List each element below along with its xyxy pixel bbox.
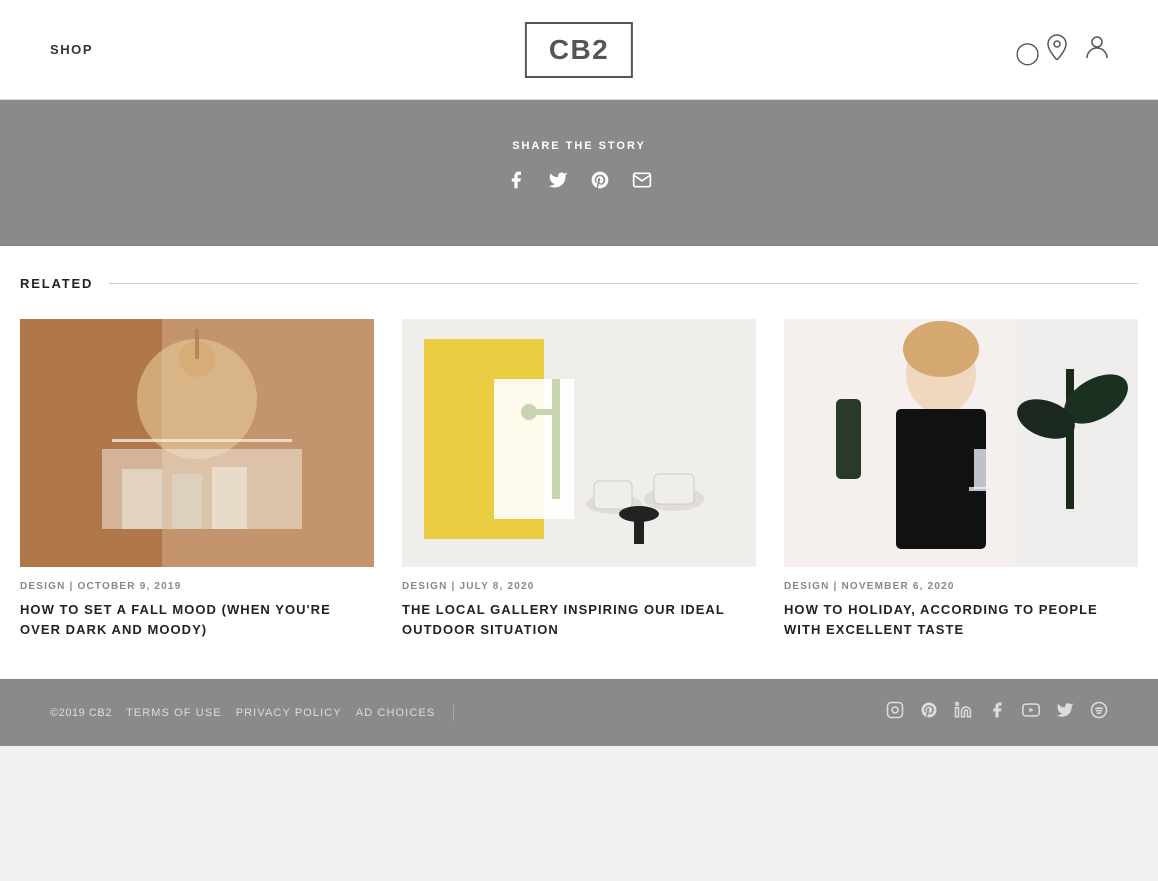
footer-privacy-link[interactable]: PRIVACY POLICY bbox=[236, 707, 342, 719]
footer-copyright: ©2019 CB2 bbox=[50, 707, 112, 719]
share-icons bbox=[0, 170, 1158, 196]
card1-image bbox=[20, 319, 374, 567]
facebook-share-icon[interactable] bbox=[506, 170, 526, 196]
footer-terms-link[interactable]: TERMS OF USE bbox=[126, 707, 222, 719]
pinterest-share-icon[interactable] bbox=[590, 170, 610, 196]
twitter-icon[interactable] bbox=[1056, 701, 1074, 724]
location-icon[interactable]: ◯ bbox=[1015, 34, 1068, 66]
card2-title: THE LOCAL GALLERY INSPIRING OUR IDEAL OU… bbox=[402, 600, 756, 639]
footer-left: ©2019 CB2 TERMS OF USE PRIVACY POLICY AD… bbox=[50, 705, 886, 721]
site-footer: ©2019 CB2 TERMS OF USE PRIVACY POLICY AD… bbox=[0, 679, 1158, 746]
related-title: RELATED bbox=[20, 276, 93, 291]
shop-link[interactable]: SHOP bbox=[50, 42, 93, 57]
card3-image bbox=[784, 319, 1138, 567]
related-card-3[interactable]: DESIGN | NOVEMBER 6, 2020 HOW TO HOLIDAY… bbox=[784, 319, 1138, 639]
card3-title: HOW TO HOLIDAY, ACCORDING TO PEOPLE WITH… bbox=[784, 600, 1138, 639]
related-card-1[interactable]: DESIGN | OCTOBER 9, 2019 HOW TO SET A FA… bbox=[20, 319, 374, 639]
footer-adchoices-link[interactable]: AD CHOICES bbox=[356, 707, 435, 719]
card1-title: HOW TO SET A FALL MOOD (WHEN YOU'RE OVER… bbox=[20, 600, 374, 639]
card1-meta: DESIGN | OCTOBER 9, 2019 bbox=[20, 581, 374, 592]
spotify-icon[interactable] bbox=[1090, 701, 1108, 724]
instagram-icon[interactable] bbox=[886, 701, 904, 724]
header-left: SHOP bbox=[50, 42, 93, 57]
youtube-icon[interactable] bbox=[1022, 701, 1040, 724]
share-label: SHARE THE STORY bbox=[0, 140, 1158, 152]
related-card-2[interactable]: DESIGN | JULY 8, 2020 THE LOCAL GALLERY … bbox=[402, 319, 756, 639]
linkedin-icon[interactable] bbox=[954, 701, 972, 724]
share-section: SHARE THE STORY bbox=[0, 100, 1158, 246]
site-header: SHOP CB2 ◯ bbox=[0, 0, 1158, 100]
user-icon[interactable] bbox=[1086, 34, 1108, 66]
related-section: RELATED DESIGN | O bbox=[0, 246, 1158, 679]
facebook-icon[interactable] bbox=[988, 701, 1006, 724]
related-divider bbox=[109, 283, 1138, 284]
twitter-share-icon[interactable] bbox=[548, 170, 568, 196]
related-header: RELATED bbox=[20, 276, 1138, 291]
card2-image bbox=[402, 319, 756, 567]
cards-grid: DESIGN | OCTOBER 9, 2019 HOW TO SET A FA… bbox=[20, 319, 1138, 639]
pinterest-icon[interactable] bbox=[920, 701, 938, 724]
header-right: ◯ bbox=[1015, 34, 1108, 66]
site-logo[interactable]: CB2 bbox=[525, 22, 633, 78]
footer-divider bbox=[453, 705, 454, 721]
footer-socials bbox=[886, 701, 1108, 724]
email-share-icon[interactable] bbox=[632, 170, 652, 196]
card3-meta: DESIGN | NOVEMBER 6, 2020 bbox=[784, 581, 1138, 592]
logo-wrap: CB2 bbox=[525, 22, 633, 78]
card2-meta: DESIGN | JULY 8, 2020 bbox=[402, 581, 756, 592]
